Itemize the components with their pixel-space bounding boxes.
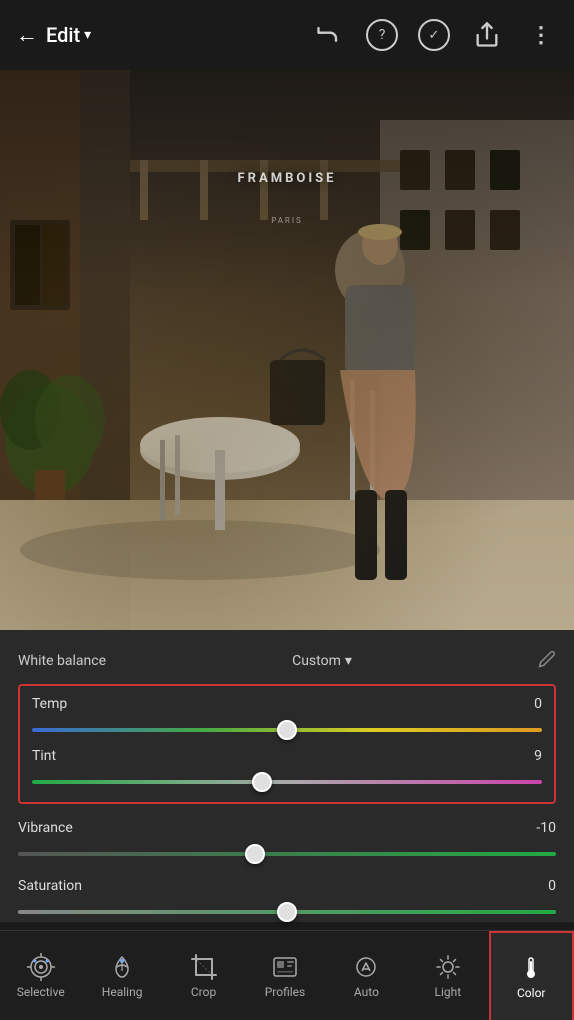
header-left: ← Edit ▾ — [16, 22, 91, 48]
saturation-header: Saturation 0 — [18, 878, 556, 894]
bottom-toolbar: Selective Healing Crop Profile — [0, 930, 574, 1020]
toolbar-item-profiles[interactable]: Profiles — [244, 931, 325, 1020]
vibrance-track — [18, 852, 556, 856]
vibrance-label: Vibrance — [18, 820, 73, 836]
controls-panel: White balance Custom ▾ Temp 0 — [0, 630, 574, 922]
toolbar-item-light[interactable]: Light — [407, 931, 488, 1020]
auto-label: Auto — [354, 985, 379, 999]
saturation-thumb[interactable] — [277, 902, 297, 922]
vibrance-track-container[interactable] — [18, 844, 556, 864]
temp-track — [32, 728, 542, 732]
light-icon — [434, 953, 462, 981]
tint-value: 9 — [534, 748, 542, 764]
selective-label: Selective — [17, 985, 65, 999]
help-button[interactable]: ? — [366, 19, 398, 51]
share-button[interactable] — [470, 18, 504, 52]
back-button[interactable]: ← — [16, 22, 38, 48]
temp-thumb[interactable] — [277, 720, 297, 740]
edit-dropdown-icon[interactable]: ▾ — [84, 27, 91, 43]
photo-area: FRAMBOISE PARIS — [0, 70, 574, 630]
saturation-track — [18, 910, 556, 914]
undo-button[interactable] — [312, 18, 346, 52]
toolbar-item-selective[interactable]: Selective — [0, 931, 81, 1020]
tint-track-container[interactable] — [32, 772, 542, 792]
vibrance-slider-row: Vibrance -10 — [18, 820, 556, 864]
vibrance-header: Vibrance -10 — [18, 820, 556, 836]
highlighted-sliders: Temp 0 Tint 9 — [18, 684, 556, 804]
tint-slider-row: Tint 9 — [32, 748, 542, 792]
selective-icon — [27, 953, 55, 981]
healing-label: Healing — [102, 985, 143, 999]
healing-icon — [108, 953, 136, 981]
white-balance-label: White balance — [18, 653, 106, 669]
temp-value: 0 — [534, 696, 542, 712]
temp-label: Temp — [32, 696, 67, 712]
profiles-label: Profiles — [265, 985, 306, 999]
header: ← Edit ▾ ? ✓ ⋮ — [0, 0, 574, 70]
toolbar-item-healing[interactable]: Healing — [81, 931, 162, 1020]
edit-title: Edit ▾ — [46, 23, 91, 47]
photo-overlay — [0, 70, 574, 630]
vibrance-value: -10 — [536, 820, 556, 836]
profiles-icon — [271, 953, 299, 981]
help-icon: ? — [379, 27, 386, 43]
temp-track-container[interactable] — [32, 720, 542, 740]
more-button[interactable]: ⋮ — [524, 18, 558, 52]
tint-header: Tint 9 — [32, 748, 542, 764]
saturation-track-container[interactable] — [18, 902, 556, 922]
auto-icon — [352, 953, 380, 981]
saturation-value: 0 — [548, 878, 556, 894]
custom-dropdown-icon: ▾ — [345, 653, 352, 669]
toolbar-item-color[interactable]: Color — [489, 931, 574, 1020]
more-icon: ⋮ — [530, 23, 552, 48]
temp-slider-row: Temp 0 — [32, 696, 542, 740]
white-balance-row: White balance Custom ▾ — [18, 644, 556, 684]
crop-label: Crop — [191, 985, 216, 999]
crop-icon — [190, 953, 218, 981]
pencil-icon[interactable] — [538, 650, 556, 672]
photo-sign-sub: PARIS — [271, 216, 303, 225]
photo-scene: FRAMBOISE PARIS — [0, 70, 574, 630]
vibrance-thumb[interactable] — [245, 844, 265, 864]
toolbar-item-auto[interactable]: Auto — [326, 931, 407, 1020]
color-label: Color — [517, 986, 545, 1000]
tint-track — [32, 780, 542, 784]
confirm-button[interactable]: ✓ — [418, 19, 450, 51]
light-label: Light — [434, 985, 461, 999]
color-icon — [517, 954, 545, 982]
saturation-slider-row: Saturation 0 — [18, 878, 556, 922]
saturation-label: Saturation — [18, 878, 82, 894]
edit-label: Edit — [46, 23, 80, 47]
custom-label: Custom — [292, 653, 341, 669]
toolbar-item-crop[interactable]: Crop — [163, 931, 244, 1020]
tint-label: Tint — [32, 748, 56, 764]
check-icon: ✓ — [429, 28, 440, 43]
temp-header: Temp 0 — [32, 696, 542, 712]
photo-sign: FRAMBOISE — [238, 171, 337, 186]
white-balance-custom[interactable]: Custom ▾ — [292, 653, 352, 669]
header-right: ? ✓ ⋮ — [312, 18, 558, 52]
tint-thumb[interactable] — [252, 772, 272, 792]
